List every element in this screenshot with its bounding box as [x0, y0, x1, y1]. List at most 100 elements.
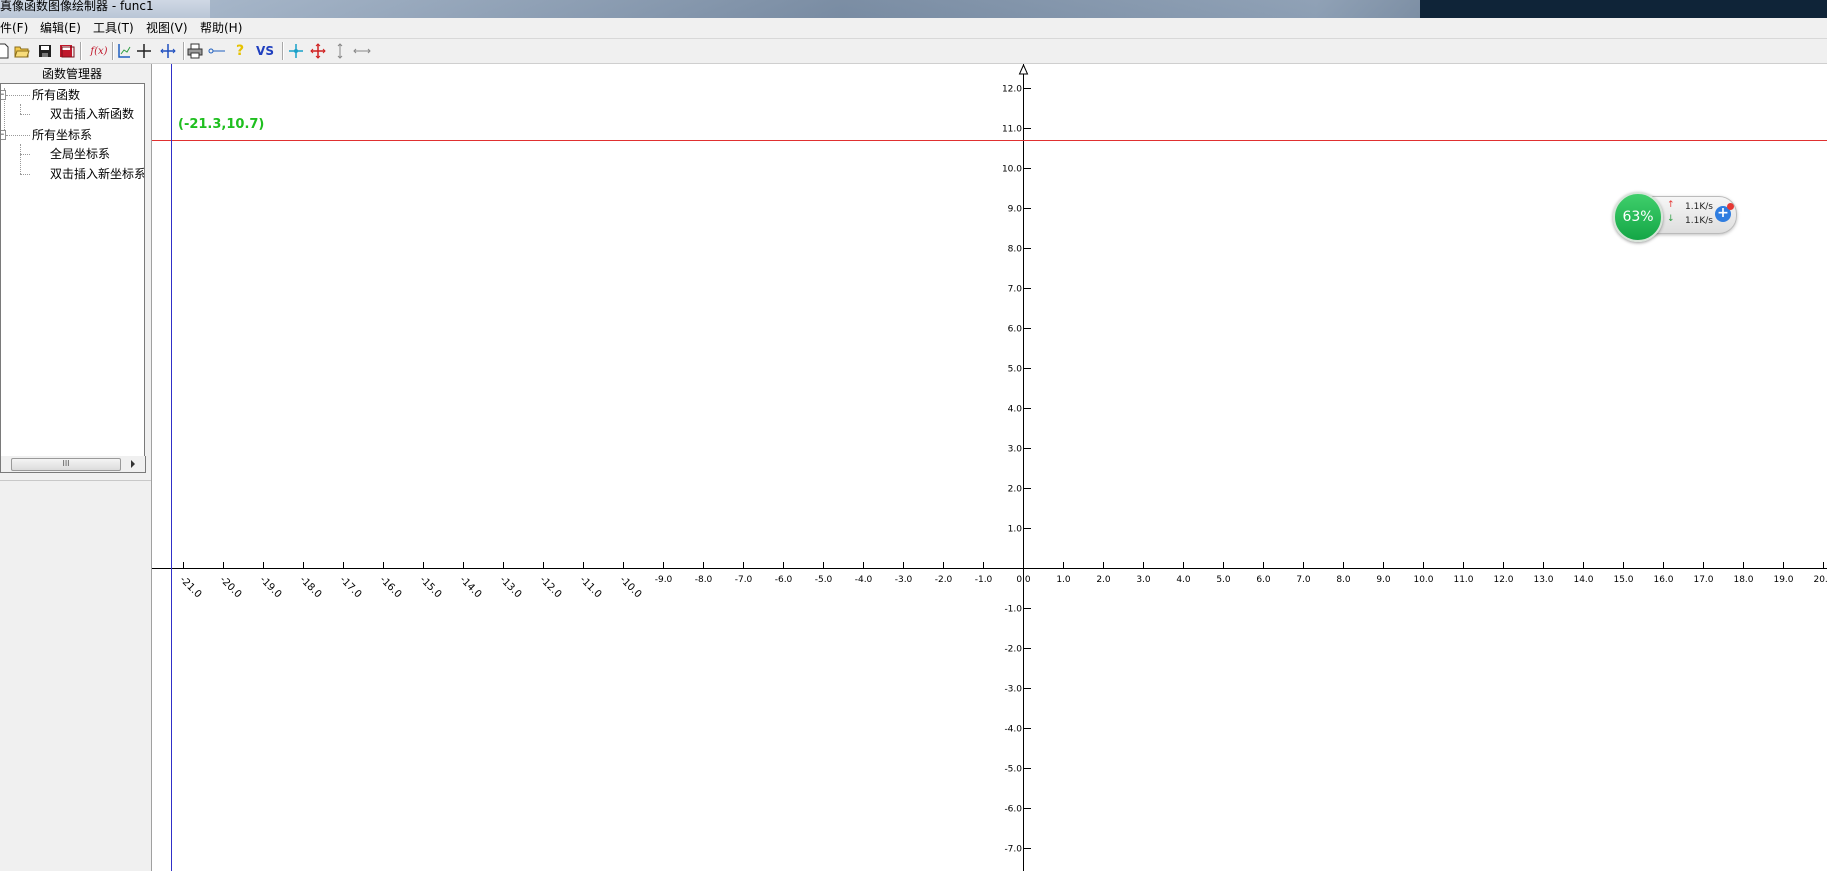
y-tick-label: 6.0 — [1008, 325, 1023, 335]
x-tick-label: -9.0 — [655, 575, 673, 585]
link-icon[interactable] — [208, 42, 226, 60]
y-tick-label: 7.0 — [1008, 285, 1023, 295]
upload-arrow-icon: ↑ — [1667, 200, 1675, 210]
toolbar-separator — [80, 42, 82, 60]
y-tick-label: -4.0 — [1004, 725, 1022, 735]
move-tool-icon[interactable] — [309, 42, 327, 60]
network-monitor-widget[interactable]: 63% ↑ 1.1K/s ↓ 1.1K/s + — [1613, 190, 1743, 242]
function-tree[interactable]: − 所有函数 双击插入新函数 − 所有坐标系 全局坐标系 双击插入新坐标系 — [0, 83, 145, 458]
cursor-coordinate-readout: (-21.3,10.7) — [178, 117, 265, 132]
x-tick-label: -20.0 — [217, 574, 243, 600]
x-tick-label: -13.0 — [497, 574, 523, 600]
toolbar: f(x) ? VS — [0, 39, 1827, 64]
help-icon[interactable]: ? — [231, 42, 249, 60]
menu-help[interactable]: 帮助(H) — [200, 20, 242, 36]
x-tick-label: -14.0 — [457, 574, 483, 600]
download-arrow-icon: ↓ — [1667, 214, 1675, 224]
open-folder-icon[interactable] — [13, 42, 31, 60]
y-tick-label: -6.0 — [1004, 805, 1022, 815]
y-tick-label: 5.0 — [1008, 365, 1023, 375]
x-tick-label: 17.0 — [1693, 575, 1713, 585]
y-tick-label: 4.0 — [1008, 405, 1023, 415]
x-tick-label: -11.0 — [577, 574, 603, 600]
y-tick-label: -5.0 — [1004, 765, 1022, 775]
tree-node-global-system[interactable]: 全局坐标系 — [50, 146, 110, 162]
x-tick-label: 14.0 — [1573, 575, 1593, 585]
menu-tools[interactable]: 工具(T) — [93, 20, 134, 36]
menu-bar: 件(F) 编辑(E) 工具(T) 视图(V) 帮助(H) — [0, 18, 1827, 39]
x-tick-label: -6.0 — [775, 575, 793, 585]
insert-function-icon[interactable]: f(x) — [88, 42, 110, 60]
y-tick-label: 9.0 — [1008, 205, 1023, 215]
graph-svg[interactable]: -21.0 -20.0 -19.0 -18.0 -17.0 -16.0 -15.0 -14.0… — [152, 64, 1827, 871]
x-tick-label: -4.0 — [855, 575, 873, 585]
x-tick-label: 13.0 — [1533, 575, 1553, 585]
y-tick-label: -3.0 — [1004, 685, 1022, 695]
upload-rate: 1.1K/s — [1685, 202, 1713, 212]
x-tick-label: 0.0 — [1016, 575, 1031, 585]
x-tick-label: -2.0 — [935, 575, 953, 585]
x-tick-label: 12.0 — [1493, 575, 1513, 585]
network-usage-percent[interactable]: 63% — [1613, 192, 1663, 242]
x-tick-label: -10.0 — [617, 574, 643, 600]
menu-edit[interactable]: 编辑(E) — [40, 20, 81, 36]
scroll-right-icon[interactable] — [130, 460, 136, 468]
toolbar-separator — [282, 42, 284, 60]
crosshair-icon[interactable] — [135, 42, 153, 60]
panel-title: 函数管理器 — [41, 67, 102, 81]
x-tick-label: 4.0 — [1176, 575, 1191, 585]
x-tick-label: 20.0 — [1813, 575, 1827, 585]
tree-line — [20, 114, 30, 115]
versus-icon[interactable]: VS — [253, 42, 277, 60]
horizontal-resize-icon[interactable] — [353, 42, 371, 60]
x-tick-label: 5.0 — [1216, 575, 1231, 585]
x-tick-label: 18.0 — [1733, 575, 1753, 585]
x-tick-label: 7.0 — [1296, 575, 1311, 585]
x-tick-label: -5.0 — [815, 575, 833, 585]
x-tick-label: 8.0 — [1336, 575, 1351, 585]
tree-line — [20, 144, 21, 174]
x-tick-label: 11.0 — [1453, 575, 1473, 585]
vertical-resize-icon[interactable] — [331, 42, 349, 60]
graph-canvas[interactable]: -21.0 -20.0 -19.0 -18.0 -17.0 -16.0 -15.0 -14.0… — [152, 64, 1827, 871]
window-title: 真像函数图像绘制器 - func1 — [0, 0, 154, 13]
save-all-icon[interactable] — [58, 42, 76, 60]
x-tick-label: 2.0 — [1096, 575, 1111, 585]
scrollbar-thumb[interactable]: III — [11, 458, 121, 471]
notification-dot — [1727, 203, 1734, 210]
x-tick-label: -19.0 — [257, 574, 283, 600]
menu-file[interactable]: 件(F) — [0, 20, 28, 36]
background-taskbar-dark — [1420, 0, 1827, 18]
tree-line — [20, 104, 21, 114]
axis-icon[interactable] — [114, 42, 132, 60]
coordinate-move-icon[interactable] — [159, 42, 177, 60]
tree-node-insert-function[interactable]: 双击插入新函数 — [50, 106, 134, 122]
toolbar-separator — [183, 42, 185, 60]
menu-view[interactable]: 视图(V) — [146, 20, 188, 36]
tree-line — [6, 135, 30, 136]
save-icon[interactable] — [36, 42, 54, 60]
x-tick-label: 9.0 — [1376, 575, 1391, 585]
new-file-icon[interactable] — [0, 42, 12, 60]
tree-node-insert-system[interactable]: 双击插入新坐标系 — [50, 166, 144, 182]
y-tick-label: 1.0 — [1008, 525, 1023, 535]
x-tick-label: -15.0 — [417, 574, 443, 600]
y-tick-label: -2.0 — [1004, 645, 1022, 655]
y-tick-label: 3.0 — [1008, 445, 1023, 455]
point-tool-icon[interactable] — [287, 42, 305, 60]
y-tick-label: 8.0 — [1008, 245, 1023, 255]
tree-line — [20, 174, 30, 175]
x-tick-label: -1.0 — [975, 575, 993, 585]
tree-horizontal-scrollbar[interactable]: III — [0, 456, 146, 473]
y-tick-label: -1.0 — [1004, 605, 1022, 615]
tree-line — [6, 95, 30, 96]
download-rate: 1.1K/s — [1685, 216, 1713, 226]
tree-node-all-systems[interactable]: 所有坐标系 — [32, 127, 92, 143]
x-tick-label: 19.0 — [1773, 575, 1793, 585]
x-tick-label: -12.0 — [537, 574, 563, 600]
tree-line — [20, 154, 30, 155]
print-icon[interactable] — [186, 42, 204, 60]
x-tick-label: 15.0 — [1613, 575, 1633, 585]
tree-node-all-functions[interactable]: 所有函数 — [32, 87, 80, 103]
y-tick-label: -7.0 — [1004, 845, 1022, 855]
